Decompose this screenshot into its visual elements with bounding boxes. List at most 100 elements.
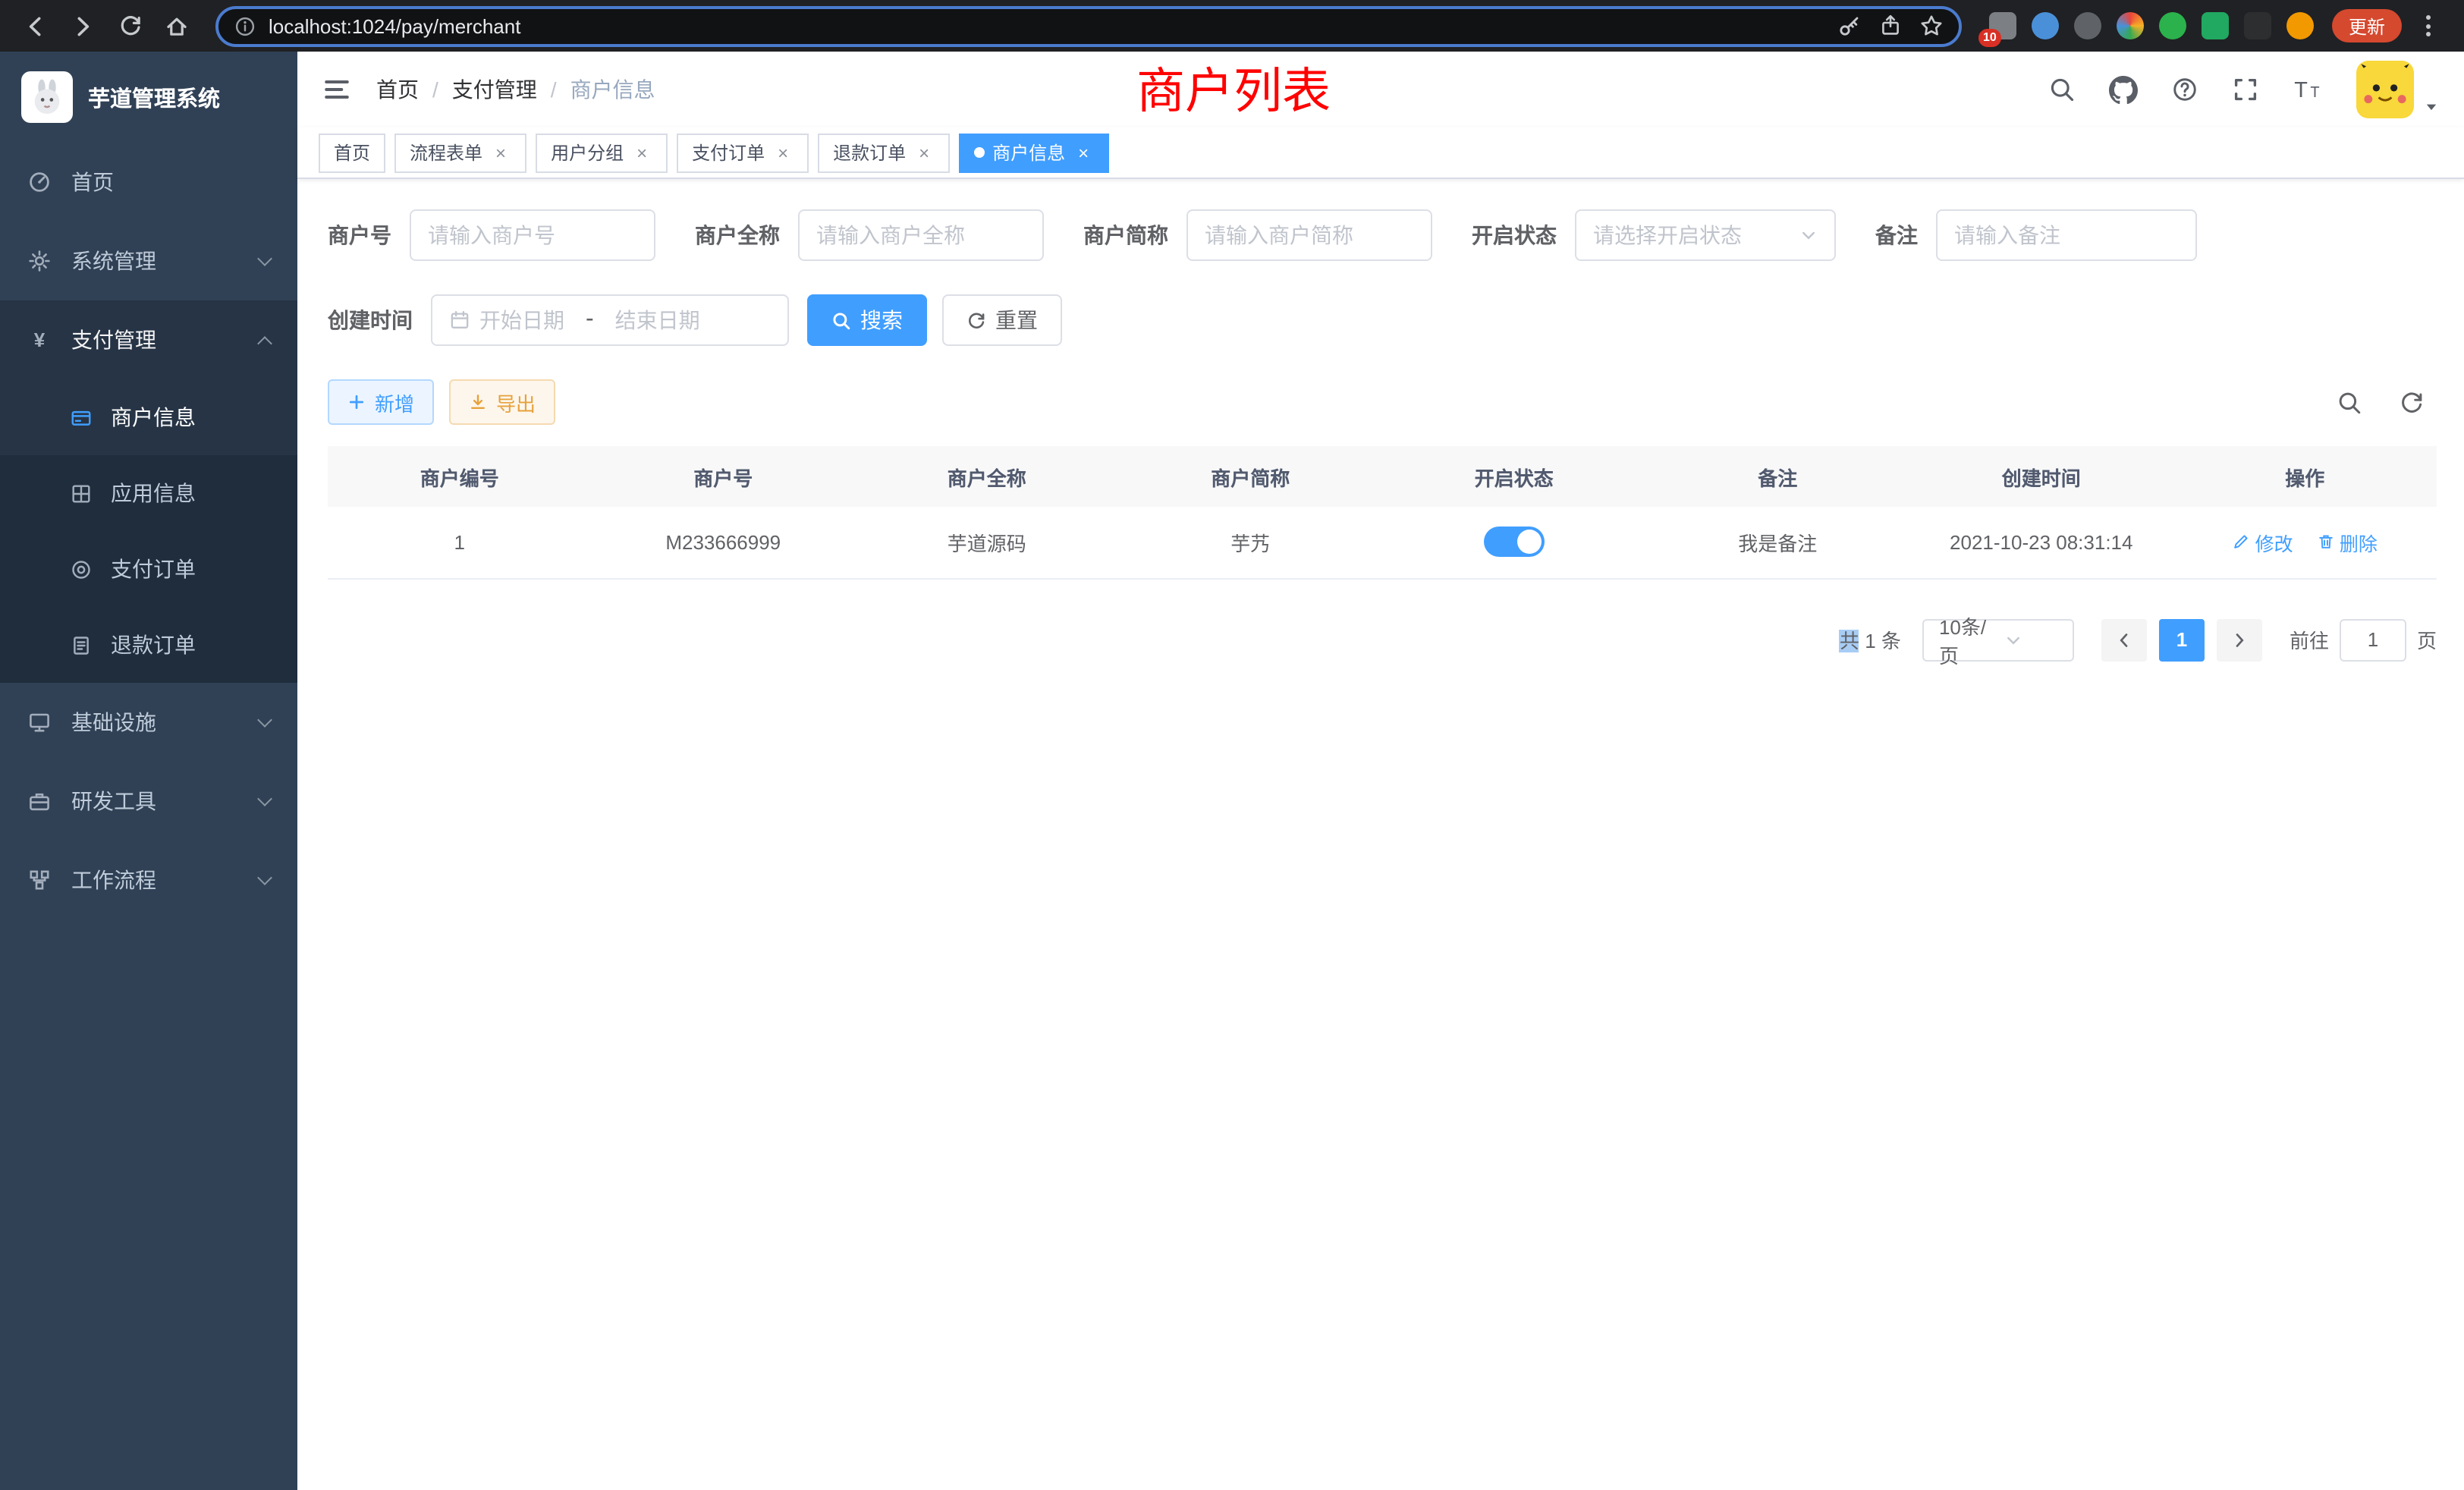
breadcrumb-home[interactable]: 首页 — [376, 74, 419, 105]
app-topbar: 首页 / 支付管理 / 商户信息 TT — [297, 52, 2464, 127]
cell-merchant-id: 1 — [328, 507, 592, 578]
trash-icon — [2317, 533, 2335, 552]
app-logo[interactable]: 芋道管理系统 — [0, 52, 297, 143]
url-text[interactable]: localhost:1024/pay/merchant — [269, 14, 1825, 37]
filter-create-time: 创建时间 开始日期 - 结束日期 — [328, 294, 789, 346]
date-end-input[interactable]: 结束日期 — [615, 305, 700, 335]
full-name-input[interactable] — [816, 223, 1026, 247]
filter-remark: 备注 — [1875, 209, 2197, 261]
tab-user-group[interactable]: 用户分组× — [536, 133, 668, 172]
user-menu[interactable] — [2356, 61, 2440, 118]
add-button[interactable]: 新增 — [328, 379, 434, 425]
grid-icon — [70, 482, 93, 505]
tab-pay-order[interactable]: 支付订单× — [677, 133, 809, 172]
svg-text:T: T — [2294, 78, 2308, 102]
sidebar-item-system[interactable]: 系统管理 — [0, 222, 297, 300]
extension-icon-6[interactable] — [2202, 12, 2229, 39]
sidebar-item-app-info[interactable]: 应用信息 — [0, 455, 297, 531]
pencil-icon — [2233, 533, 2251, 552]
page-1-button[interactable]: 1 — [2159, 618, 2205, 661]
pagination-total: 共 1 条 — [1840, 625, 1901, 654]
page-content: 商户号 商户全称 商户简称 开启状态 请选择开启状态 — [297, 179, 2464, 1490]
chevron-left-icon — [2115, 630, 2133, 649]
info-icon[interactable] — [234, 14, 256, 37]
sidebar-item-workflow[interactable]: 工作流程 — [0, 841, 297, 919]
close-icon[interactable]: × — [913, 142, 935, 163]
tab-process-form[interactable]: 流程表单× — [394, 133, 526, 172]
key-icon[interactable] — [1837, 14, 1862, 38]
close-icon[interactable]: × — [772, 142, 794, 163]
delete-link[interactable]: 删除 — [2317, 528, 2378, 557]
sidebar: 芋道管理系统 首页 系统管理 ¥ 支付管理 商户信息 — [0, 52, 297, 1490]
filter-status: 开启状态 请选择开启状态 — [1472, 209, 1836, 261]
search-button[interactable]: 搜索 — [807, 294, 927, 346]
search-icon[interactable] — [2048, 61, 2076, 118]
font-size-icon[interactable]: TT — [2293, 61, 2323, 118]
sidebar-item-dev-tools[interactable]: 研发工具 — [0, 762, 297, 841]
date-range-picker[interactable]: 开始日期 - 结束日期 — [431, 294, 789, 346]
sidebar-item-pay-order[interactable]: 支付订单 — [0, 531, 297, 607]
reload-icon[interactable] — [109, 5, 150, 46]
chevron-down-icon — [257, 712, 272, 727]
refresh-icon — [966, 310, 986, 330]
merchant-no-input[interactable] — [428, 223, 637, 247]
star-icon[interactable] — [1919, 14, 1944, 38]
edit-link[interactable]: 修改 — [2233, 528, 2293, 557]
github-icon[interactable] — [2109, 61, 2138, 118]
caret-down-icon — [1799, 226, 1818, 244]
close-icon[interactable]: × — [490, 142, 511, 163]
extension-icon-1[interactable]: 10 — [1989, 12, 2016, 39]
profile-avatar-icon[interactable] — [2286, 12, 2314, 39]
tab-merchant-info[interactable]: 商户信息× — [959, 133, 1109, 172]
goto-page-input[interactable] — [2340, 618, 2406, 661]
extension-icon-3[interactable] — [2074, 12, 2101, 39]
extension-icon-2[interactable] — [2032, 12, 2059, 39]
forward-icon[interactable] — [62, 5, 103, 46]
topbar-actions: TT — [2048, 61, 2440, 118]
fullscreen-icon[interactable] — [2232, 61, 2259, 118]
active-dot — [974, 147, 985, 158]
close-icon[interactable]: × — [631, 142, 652, 163]
home-icon[interactable] — [156, 5, 197, 46]
extension-icon-4[interactable] — [2117, 12, 2144, 39]
share-icon[interactable] — [1878, 14, 1903, 38]
url-bar[interactable]: localhost:1024/pay/merchant — [215, 5, 1962, 46]
gear-icon — [27, 249, 52, 273]
reset-button[interactable]: 重置 — [942, 294, 1062, 346]
sidebar-item-home[interactable]: 首页 — [0, 143, 297, 222]
prev-page-button[interactable] — [2101, 618, 2147, 661]
toggle-search-icon[interactable] — [2337, 389, 2362, 415]
hamburger-icon[interactable] — [322, 74, 352, 105]
sidebar-item-infra[interactable]: 基础设施 — [0, 683, 297, 762]
export-button[interactable]: 导出 — [449, 379, 555, 425]
document-icon — [70, 633, 93, 656]
toolbox-icon — [27, 789, 52, 813]
user-avatar[interactable] — [2356, 61, 2414, 118]
extension-icon-5[interactable] — [2159, 12, 2186, 39]
extension-icon-7[interactable] — [2244, 12, 2271, 39]
next-page-button[interactable] — [2217, 618, 2262, 661]
status-select[interactable]: 请选择开启状态 — [1575, 209, 1836, 261]
help-icon[interactable] — [2171, 61, 2198, 118]
remark-input[interactable] — [1954, 223, 2179, 247]
browser-update-button[interactable]: 更新 — [2332, 9, 2402, 42]
sidebar-item-payment[interactable]: ¥ 支付管理 — [0, 300, 297, 379]
status-toggle[interactable] — [1484, 527, 1545, 558]
tags-view: 首页 流程表单× 用户分组× 支付订单× 退款订单× 商户信息× — [297, 127, 2464, 179]
extension-badge: 10 — [1978, 29, 2001, 47]
close-icon[interactable]: × — [1073, 142, 1094, 163]
short-name-input[interactable] — [1205, 223, 1414, 247]
refresh-table-icon[interactable] — [2399, 389, 2425, 415]
breadcrumb-payment[interactable]: 支付管理 — [452, 74, 537, 105]
browser-menu-icon[interactable] — [2417, 15, 2440, 36]
credit-card-icon — [70, 406, 93, 429]
tab-refund-order[interactable]: 退款订单× — [818, 133, 950, 172]
tab-home[interactable]: 首页 — [319, 133, 385, 172]
date-start-input[interactable]: 开始日期 — [479, 305, 564, 335]
sidebar-item-merchant-info[interactable]: 商户信息 — [0, 379, 297, 455]
cell-merchant-no: M233666999 — [592, 507, 856, 578]
page-size-select[interactable]: 10条/页 — [1922, 618, 2074, 661]
back-icon[interactable] — [15, 5, 56, 46]
plus-icon — [347, 393, 366, 411]
sidebar-item-refund-order[interactable]: 退款订单 — [0, 607, 297, 683]
